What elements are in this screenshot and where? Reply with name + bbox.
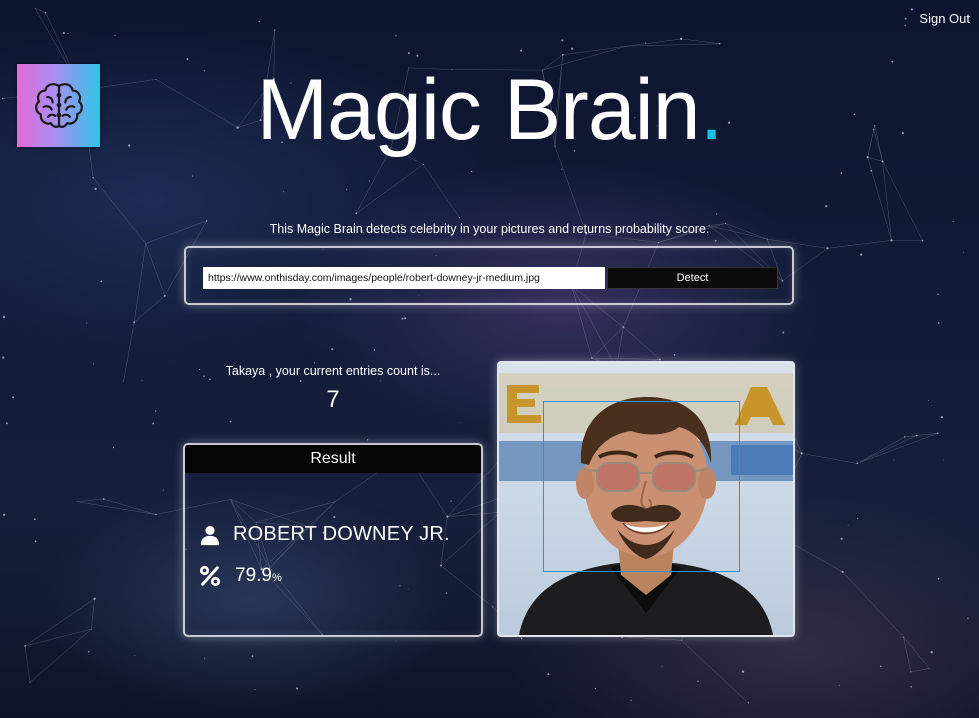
percent-icon [199, 565, 221, 587]
probability-value: 79.9 [235, 565, 272, 586]
result-probability-row: 79.9% [199, 565, 282, 587]
entries-count-value: 7 [326, 386, 340, 413]
result-header: Result [185, 445, 481, 473]
image-url-form: Detect [184, 246, 794, 305]
entries-count-label: Takaya , your current entries count is..… [225, 364, 441, 378]
app-description: This Magic Brain detects celebrity in yo… [269, 222, 710, 236]
title-text: Magic Brain [256, 62, 701, 158]
result-name-row: ROBERT DOWNEY JR. [199, 523, 450, 546]
sign-out-link[interactable]: Sign Out [919, 11, 970, 26]
detected-image [497, 361, 795, 637]
page-title: Magic Brain. [0, 55, 979, 165]
user-icon [200, 525, 220, 545]
title-dot: . [699, 62, 724, 158]
probability-score: 79.9% [235, 565, 282, 587]
image-url-input[interactable] [203, 267, 605, 289]
probability-unit: % [271, 572, 282, 584]
result-panel: Result ROBERT DOWNEY JR. 79.9% [183, 443, 483, 637]
celebrity-name: ROBERT DOWNEY JR. [233, 523, 450, 545]
detect-button[interactable]: Detect [607, 267, 778, 289]
face-bounding-box [543, 401, 740, 572]
